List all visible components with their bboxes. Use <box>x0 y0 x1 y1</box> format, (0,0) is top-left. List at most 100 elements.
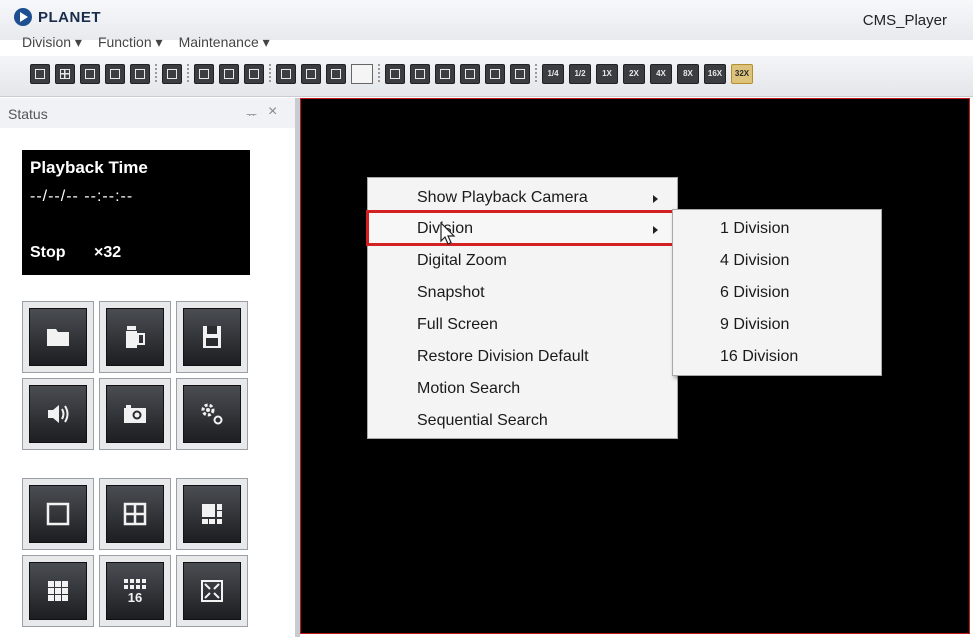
open-file-button[interactable] <box>194 64 214 84</box>
menu-item-label: Snapshot <box>417 284 485 301</box>
snapshot-button[interactable] <box>301 64 321 84</box>
layout-6-button[interactable] <box>80 64 100 84</box>
single-division-button[interactable] <box>22 478 94 550</box>
save-icon <box>203 326 221 348</box>
menu-division[interactable]: Division ▾ <box>22 34 82 51</box>
menu-item-label: Sequential Search <box>417 412 548 429</box>
file-icon <box>126 326 145 348</box>
menu-item-label: Motion Search <box>417 380 521 397</box>
playback-speed: ×32 <box>94 244 122 261</box>
brand-logo: PLANET <box>14 8 101 26</box>
speed-2x-button[interactable]: 2X <box>623 64 645 84</box>
menu-maintenance[interactable]: Maintenance ▾ <box>179 34 270 51</box>
menu-item-label: Show Playback Camera <box>417 189 588 206</box>
settings-icon <box>201 403 223 425</box>
menu-item-label: Digital Zoom <box>417 252 507 269</box>
submenu-item-1-division[interactable]: 1 Division <box>720 220 789 238</box>
speed-4x-button[interactable]: 4X <box>650 64 672 84</box>
six-division-button[interactable] <box>176 478 248 550</box>
save-panel-button[interactable] <box>176 301 248 373</box>
menu-item-show-playback-camera[interactable]: Show Playback Camera <box>368 181 677 213</box>
fullscreen-button[interactable] <box>176 555 248 627</box>
layout-1-button[interactable] <box>30 64 50 84</box>
fullscreen-icon <box>201 580 223 602</box>
fast-forward-button[interactable] <box>510 64 530 84</box>
status-panel-header: Status ᅲ × <box>0 98 295 129</box>
toolbar-separator <box>187 64 189 84</box>
submenu-arrow-icon <box>653 195 658 203</box>
speed-8x-button[interactable]: 8X <box>677 64 699 84</box>
menu-bar: Division ▾ Function ▾ Maintenance ▾ <box>22 34 270 51</box>
toolbar-separator <box>378 64 380 84</box>
six-division-icon <box>202 504 222 524</box>
pin-icon[interactable]: ᅲ <box>246 106 257 123</box>
toolbar: 1/4 1/2 1X 2X 4X 8X 16X 32X <box>0 56 973 97</box>
playback-state: Stop <box>30 244 66 261</box>
fit-screen-button[interactable] <box>162 64 182 84</box>
zoom-button[interactable] <box>326 64 346 84</box>
open-folder-button[interactable] <box>22 301 94 373</box>
menu-item-snapshot[interactable]: Snapshot <box>368 276 677 308</box>
menu-item-motion-search[interactable]: Motion Search <box>368 372 677 404</box>
four-division-button[interactable] <box>99 478 171 550</box>
playback-time-label: Playback Time <box>30 158 148 177</box>
export-button[interactable] <box>219 64 239 84</box>
layout-16-button[interactable] <box>130 64 150 84</box>
four-division-icon <box>123 502 147 526</box>
speed-1x-button[interactable]: 1X <box>596 64 618 84</box>
context-menu: Show Playback Camera Division Digital Zo… <box>366 177 679 439</box>
menu-item-digital-zoom[interactable]: Digital Zoom <box>368 244 677 276</box>
menu-maintenance-label: Maintenance <box>178 34 259 50</box>
play-forward-button[interactable] <box>485 64 505 84</box>
speed-32x-button[interactable]: 32X <box>731 64 753 84</box>
rewind-fast-button[interactable] <box>385 64 405 84</box>
menu-item-division[interactable]: Division <box>366 210 679 246</box>
nine-division-button[interactable] <box>22 555 94 627</box>
mouse-cursor-icon <box>440 222 456 245</box>
play-backward-button[interactable] <box>410 64 430 84</box>
function-button-grid-2 <box>22 378 248 450</box>
submenu-arrow-icon <box>653 226 658 234</box>
layout-9-button[interactable] <box>105 64 125 84</box>
division-button-grid <box>22 478 248 550</box>
menu-item-full-screen[interactable]: Full Screen <box>368 308 677 340</box>
save-button[interactable] <box>244 64 264 84</box>
close-icon[interactable]: × <box>268 103 277 121</box>
speed-quarter-button[interactable]: 1/4 <box>542 64 564 84</box>
menu-item-label: Full Screen <box>417 316 498 333</box>
speed-half-button[interactable]: 1/2 <box>569 64 591 84</box>
settings-button[interactable] <box>176 378 248 450</box>
division-select-button[interactable] <box>351 64 373 84</box>
menu-division-label: Division <box>22 34 72 50</box>
camera-icon <box>124 405 146 423</box>
submenu-item-9-division[interactable]: 9 Division <box>720 316 789 334</box>
sixteen-division-button[interactable]: 16 <box>99 555 171 627</box>
submenu-item-16-division[interactable]: 16 Division <box>720 348 798 366</box>
file-button[interactable] <box>99 301 171 373</box>
function-button-grid <box>22 301 248 373</box>
menu-function[interactable]: Function ▾ <box>98 34 163 51</box>
submenu-item-6-division[interactable]: 6 Division <box>720 284 789 302</box>
open-folder-icon <box>47 329 69 346</box>
toolbar-separator <box>155 64 157 84</box>
toolbar-layout-group: 1/4 1/2 1X 2X 4X 8X 16X 32X <box>30 64 753 84</box>
status-panel: Playback Time --/--/-- --:--:-- Stop ×32 <box>0 128 295 637</box>
volume-button[interactable] <box>22 378 94 450</box>
menu-item-restore-division-default[interactable]: Restore Division Default <box>368 340 677 372</box>
brand-name: PLANET <box>38 8 101 26</box>
audio-button[interactable] <box>276 64 296 84</box>
speed-16x-button[interactable]: 16X <box>704 64 726 84</box>
layout-4-button[interactable] <box>55 64 75 84</box>
toolbar-separator <box>269 64 271 84</box>
planet-logo-icon <box>14 8 32 26</box>
menu-item-sequential-search[interactable]: Sequential Search <box>368 404 677 436</box>
stop-button[interactable] <box>435 64 455 84</box>
cms-player-window: PLANET CMS_Player Division ▾ Function ▾ … <box>0 0 973 637</box>
pause-button[interactable] <box>460 64 480 84</box>
sixteen-division-icon <box>124 578 146 589</box>
playback-time-display: Playback Time --/--/-- --:--:-- Stop ×32 <box>22 150 250 275</box>
submenu-item-4-division[interactable]: 4 Division <box>720 252 789 270</box>
camera-button[interactable] <box>99 378 171 450</box>
status-panel-title: Status <box>8 106 48 122</box>
window-title: CMS_Player <box>862 12 947 29</box>
